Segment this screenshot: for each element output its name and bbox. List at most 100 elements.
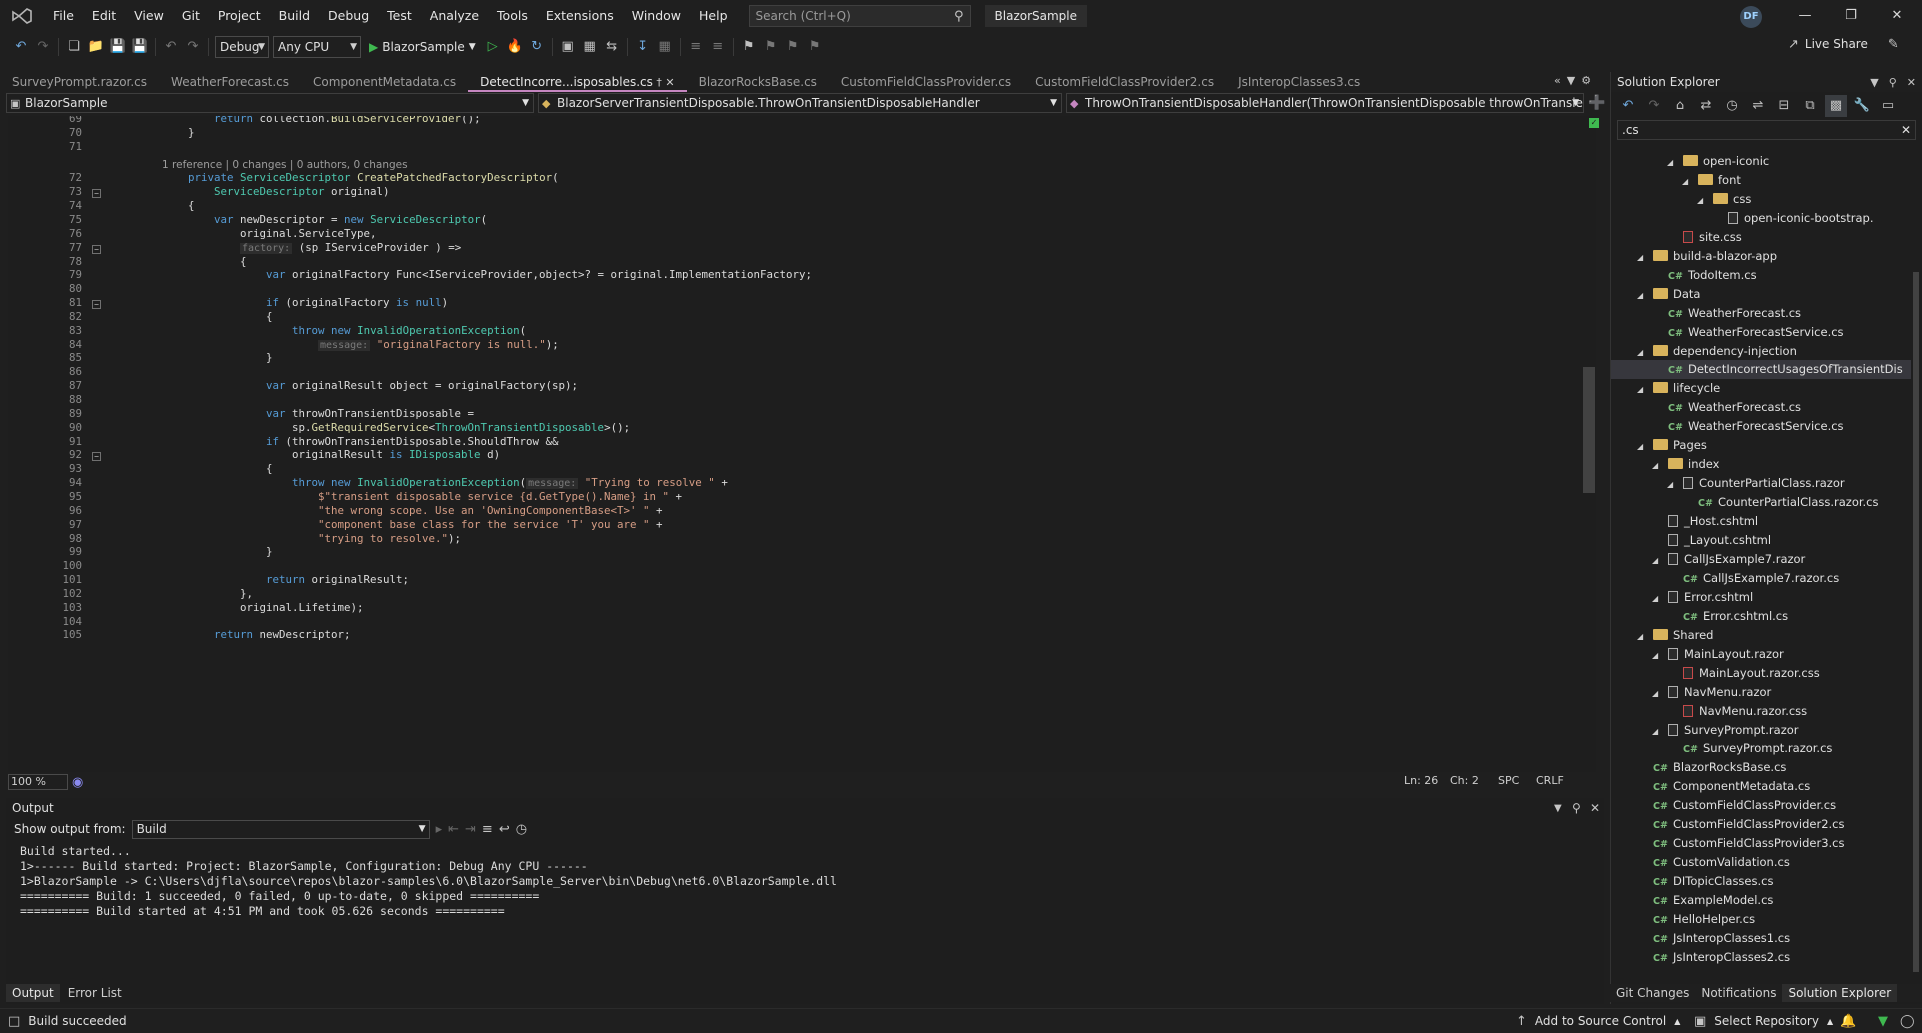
uncomment-icon[interactable]: ≡ bbox=[707, 36, 729, 58]
code-editor[interactable]: 6869 return collection.BuildServiceProvi… bbox=[8, 116, 1584, 772]
fold-toggle-icon[interactable]: − bbox=[92, 244, 101, 254]
tree-item[interactable]: ◢ lifecycle bbox=[1637, 379, 1720, 398]
add-to-source-control[interactable]: ↑ Add to Source Control ▲ bbox=[1516, 1014, 1680, 1028]
user-avatar[interactable]: DF bbox=[1740, 6, 1762, 28]
expand-icon[interactable]: ◢ bbox=[1652, 646, 1662, 665]
tree-item[interactable]: ◢ Data bbox=[1637, 285, 1700, 304]
tree-item[interactable]: C# ExampleModel.cs bbox=[1637, 891, 1773, 910]
word-wrap-icon[interactable]: ↩ bbox=[499, 823, 510, 836]
find-message-icon[interactable]: ▸ bbox=[436, 823, 443, 836]
menu-build[interactable]: Build bbox=[270, 0, 319, 32]
tree-item[interactable]: ◢ index bbox=[1652, 455, 1719, 474]
platform-dropdown[interactable]: Any CPU ▼ bbox=[273, 36, 361, 58]
expand-icon[interactable]: ◢ bbox=[1652, 722, 1662, 741]
scroll-tabs-icon[interactable]: « bbox=[1554, 74, 1561, 87]
settings-icon[interactable]: ⚙ bbox=[1581, 74, 1591, 87]
tree-item[interactable]: C# WeatherForecast.cs bbox=[1652, 304, 1801, 323]
project-dropdown[interactable]: ▣ BlazorSample ▼ bbox=[6, 93, 534, 113]
refresh-icon[interactable]: ↻ bbox=[526, 36, 548, 58]
tree-item[interactable]: C# JsInteropClasses2.cs bbox=[1637, 948, 1790, 967]
configuration-dropdown[interactable]: Debug ▼ bbox=[215, 36, 269, 58]
tab-document[interactable]: SurveyPrompt.razor.cs bbox=[0, 72, 159, 92]
tree-item[interactable]: ◢ NavMenu.razor bbox=[1652, 683, 1771, 702]
tab-document[interactable]: CustomFieldClassProvider.cs bbox=[829, 72, 1023, 92]
clear-bookmarks-icon[interactable]: ⚑ bbox=[804, 36, 826, 58]
explorer-bottom-tab[interactable]: Notifications bbox=[1695, 984, 1782, 1002]
tree-item[interactable]: ◢ Error.cshtml bbox=[1652, 588, 1753, 607]
expand-icon[interactable]: ◢ bbox=[1697, 191, 1707, 210]
tree-item[interactable]: C# WeatherForecastService.cs bbox=[1652, 323, 1844, 342]
type-dropdown[interactable]: ◆ BlazorServerTransientDisposable.ThrowOn… bbox=[538, 93, 1062, 113]
close-icon[interactable]: ✕ bbox=[1590, 801, 1600, 815]
expand-icon[interactable]: ◢ bbox=[1637, 343, 1647, 362]
save-all-icon[interactable]: 💾 bbox=[129, 36, 151, 58]
save-icon[interactable]: 💾 bbox=[107, 36, 129, 58]
select-repository[interactable]: ▣ Select Repository ▲ bbox=[1694, 1014, 1833, 1028]
tree-item[interactable]: C# TodoItem.cs bbox=[1652, 266, 1757, 285]
tree-scrollbar-thumb[interactable] bbox=[1913, 272, 1919, 972]
timestamp-icon[interactable]: ◷ bbox=[516, 823, 527, 836]
member-dropdown[interactable]: ◆ ThrowOnTransientDisposableHandler(Throw… bbox=[1066, 93, 1584, 113]
expand-icon[interactable]: ◢ bbox=[1652, 589, 1662, 608]
tree-item[interactable]: _Host.cshtml bbox=[1652, 512, 1758, 531]
expand-icon[interactable]: ◢ bbox=[1667, 475, 1677, 494]
tree-item[interactable]: C# WeatherForecastService.cs bbox=[1652, 417, 1844, 436]
expand-icon[interactable]: ◢ bbox=[1637, 380, 1647, 399]
tab-document[interactable]: WeatherForecast.cs bbox=[159, 72, 301, 92]
health-icon[interactable]: ▼ bbox=[1878, 1015, 1888, 1028]
feedback-icon[interactable]: ✎ bbox=[1888, 38, 1899, 51]
prev-bookmark-icon[interactable]: ⚑ bbox=[760, 36, 782, 58]
tree-item[interactable]: C# Error.cshtml.cs bbox=[1667, 607, 1788, 626]
tree-item[interactable]: C# DITopicClasses.cs bbox=[1637, 872, 1773, 891]
expand-icon[interactable]: ◢ bbox=[1682, 172, 1692, 191]
tree-item[interactable]: C# DetectIncorrectUsagesOfTransientDis bbox=[1611, 360, 1911, 380]
menu-git[interactable]: Git bbox=[173, 0, 209, 32]
tree-item[interactable]: MainLayout.razor.css bbox=[1667, 664, 1820, 683]
new-project-icon[interactable]: ❏ bbox=[63, 36, 85, 58]
expand-icon[interactable]: ◢ bbox=[1667, 153, 1677, 172]
tree-item[interactable]: C# CustomFieldClassProvider2.cs bbox=[1637, 815, 1845, 834]
tree-item[interactable]: C# ComponentMetadata.cs bbox=[1637, 777, 1810, 796]
menu-help[interactable]: Help bbox=[690, 0, 737, 32]
output-tab[interactable]: Output bbox=[6, 984, 60, 1002]
tree-item[interactable]: ◢ dependency-injection bbox=[1637, 342, 1797, 361]
tree-item[interactable]: C# HelloHelper.cs bbox=[1637, 910, 1755, 929]
tab-list-icon[interactable]: ▼ bbox=[1567, 74, 1575, 87]
explorer-bottom-tab[interactable]: Solution Explorer bbox=[1782, 984, 1898, 1002]
live-share-button[interactable]: ↗ Live Share ✎ bbox=[1788, 37, 1899, 51]
tree-scrollbar[interactable] bbox=[1911, 152, 1921, 972]
line-indicator[interactable]: Ln: 26 bbox=[1404, 774, 1438, 787]
expand-icon[interactable]: ◢ bbox=[1652, 456, 1662, 475]
whitespace-indicator[interactable]: SPC bbox=[1498, 774, 1519, 787]
hot-reload-icon[interactable]: 🔥 bbox=[504, 36, 526, 58]
tree-item[interactable]: ◢ open-iconic bbox=[1667, 152, 1769, 171]
notifications-icon[interactable]: 🔔 bbox=[1840, 1015, 1856, 1028]
tree-item[interactable]: ◢ font bbox=[1682, 171, 1741, 190]
fold-toggle-icon[interactable]: − bbox=[92, 452, 101, 462]
menu-window[interactable]: Window bbox=[623, 0, 690, 32]
output-source-dropdown[interactable]: Build ▼ bbox=[131, 819, 430, 839]
menu-edit[interactable]: Edit bbox=[83, 0, 125, 32]
menu-analyze[interactable]: Analyze bbox=[421, 0, 488, 32]
tree-item[interactable]: C# CustomValidation.cs bbox=[1637, 853, 1790, 872]
browser-link-icon[interactable]: ▣ bbox=[557, 36, 579, 58]
start-debug-button[interactable]: ▶ BlazorSample ▼ bbox=[363, 40, 482, 54]
tree-item[interactable]: C# BlazorRocksBase.cs bbox=[1637, 758, 1786, 777]
pending-changes-icon[interactable]: ◷ bbox=[1721, 95, 1743, 117]
output-status-icon[interactable]: □ bbox=[8, 1015, 20, 1028]
panel-menu-icon[interactable]: ▼ bbox=[1870, 76, 1878, 89]
line-ending-indicator[interactable]: CRLF bbox=[1536, 774, 1564, 787]
zoom-dropdown[interactable]: 100 % bbox=[8, 774, 68, 790]
undo-icon[interactable]: ↶ bbox=[160, 36, 182, 58]
preview-icon[interactable]: ▩ bbox=[1825, 95, 1847, 117]
tab-document[interactable]: DetectIncorre...isposables.cs † ✕ bbox=[468, 72, 687, 92]
tab-document[interactable]: BlazorRocksBase.cs bbox=[687, 72, 829, 92]
switch-views-icon[interactable]: ⇄ bbox=[1695, 95, 1717, 117]
tab-document[interactable]: ComponentMetadata.cs bbox=[301, 72, 468, 92]
expand-icon[interactable]: ◢ bbox=[1637, 437, 1647, 456]
tree-item[interactable]: ◢ SurveyPrompt.razor bbox=[1652, 721, 1799, 740]
close-icon[interactable]: ✕ bbox=[1907, 76, 1916, 89]
tree-item[interactable]: open-iconic-bootstrap. bbox=[1712, 209, 1873, 228]
layout-icon[interactable]: ▦ bbox=[579, 36, 601, 58]
tab-document[interactable]: CustomFieldClassProvider2.cs bbox=[1023, 72, 1226, 92]
